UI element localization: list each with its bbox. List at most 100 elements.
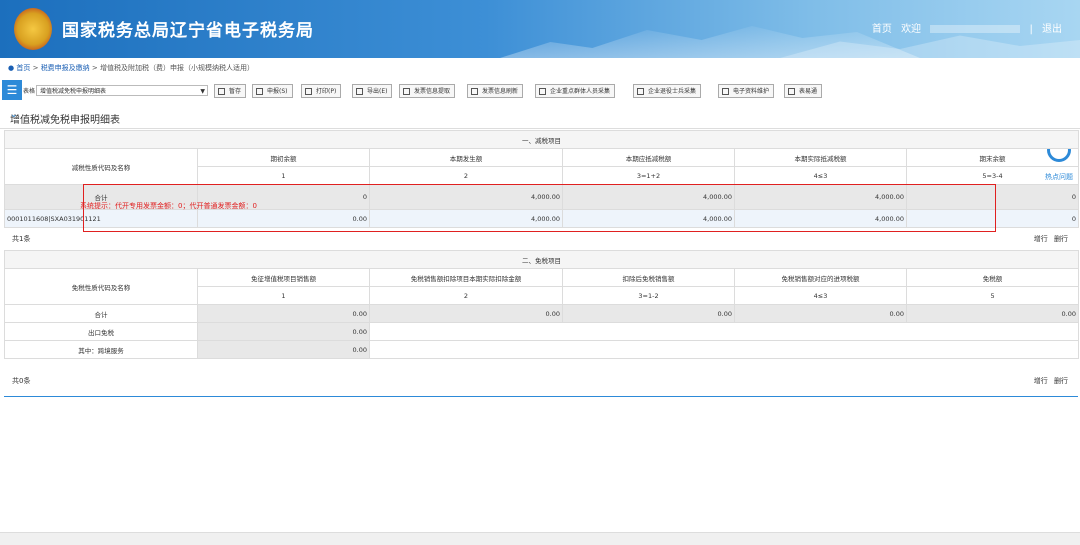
invoice-extract-button[interactable]: 发票信息提取 [399, 84, 456, 98]
veteran-collect-button[interactable]: 企业退役士兵采集 [633, 84, 702, 98]
key-group-collect-button[interactable]: 企业重点群体人员采集 [535, 84, 616, 98]
invoice-refresh-label: 发票信息刷新 [482, 88, 519, 95]
declare-label: 申报(S) [267, 88, 288, 95]
reduce-col-header: 本期应抵减税额 [562, 148, 735, 167]
form-select[interactable]: 增值税减免税申报明细表 ▼ [36, 85, 208, 96]
declare-icon [256, 88, 263, 95]
exempt-col-header: 免税销售额对应的进项税额 [734, 268, 907, 287]
exempt-total-cell: 0.00 [197, 304, 370, 323]
reduce-col-header: 本期实际抵减税额 [734, 148, 907, 167]
form-select-value: 增值税减免税申报明细表 [40, 88, 107, 95]
veteran-collect-label: 企业退役士兵采集 [648, 88, 697, 95]
biaoyitong-label: 表易通 [799, 88, 818, 95]
declare-button[interactable]: 申报(S) [252, 84, 293, 98]
breadcrumb-level2: 增值税及附加税（费）申报（小规模纳税人适用） [100, 64, 255, 72]
exempt-export-value: 0.00 [197, 322, 370, 341]
print-button[interactable]: 打印(P) [301, 84, 342, 98]
add-row-button[interactable]: 增行 [1034, 377, 1048, 385]
breadcrumb: ● 首页 > 税费申报及缴纳 > 增值税及附加税（费）申报（小规模纳税人适用） [8, 63, 254, 73]
menu-toggle-button[interactable]: ☰ [2, 80, 22, 100]
exempt-col-formula: 5 [905, 286, 1080, 305]
save-draft-label: 暂存 [229, 88, 242, 95]
chevron-down-icon[interactable]: ⌄ [10, 110, 1070, 120]
invoice-refresh-button[interactable]: 发票信息刷新 [467, 84, 524, 98]
reduce-row-ops: 增行 删行 [1034, 234, 1068, 244]
reduce-col-formula: 4≤3 [734, 166, 907, 185]
exempt-total-cell: 0.00 [369, 304, 563, 323]
section-header: 增值税减免税申报明细表 ⌄ [0, 106, 1080, 129]
exempt-row-ops: 增行 删行 [1034, 376, 1068, 386]
invoice-extract-label: 发票信息提取 [414, 88, 451, 95]
exempt-export-label: 出口免税 [4, 322, 198, 341]
site-header: 国家税务总局辽宁省电子税务局 首页 欢迎 | 退出 [0, 0, 1080, 58]
save-draft-button[interactable]: 暂存 [214, 84, 247, 98]
breadcrumb-sep: > [91, 64, 98, 72]
reduce-col-header: 期初余额 [197, 148, 370, 167]
exempt-col-header: 扣除后免税销售额 [562, 268, 735, 287]
exempt-total-cell: 0.00 [905, 304, 1080, 323]
exempt-col-header: 免征增值税项目销售额 [197, 268, 370, 287]
top-nav: 首页 欢迎 | 退出 [866, 20, 1062, 35]
reduce-col-formula: 2 [369, 166, 563, 185]
location-pin-icon: ● [8, 64, 15, 72]
exempt-empty-cell [368, 340, 1080, 359]
exempt-label-header: 免税性质代码及名称 [4, 268, 198, 305]
exempt-col-formula: 4≤3 [734, 286, 907, 305]
add-row-button[interactable]: 增行 [1034, 235, 1048, 243]
export-button[interactable]: 导出(E) [352, 84, 393, 98]
site-title: 国家税务总局辽宁省电子税务局 [62, 21, 314, 41]
tax-emblem-logo [14, 8, 52, 50]
biaoyitong-button[interactable]: 表易通 [784, 84, 823, 98]
print-icon [305, 88, 312, 95]
edit-icon [722, 88, 729, 95]
print-label: 打印(P) [316, 88, 337, 95]
horizontal-scrollbar[interactable] [0, 532, 1080, 545]
exempt-total-label: 合计 [4, 304, 198, 323]
e-document-button[interactable]: 电子资料维护 [718, 84, 775, 98]
nav-home-link[interactable]: 首页 [872, 24, 892, 35]
nav-welcome: 欢迎 [901, 24, 922, 35]
reduce-section-title: 一、减税项目 [3, 130, 1080, 149]
breadcrumb-sep: > [32, 64, 39, 72]
delete-row-button[interactable]: 删行 [1054, 235, 1068, 243]
system-hint: 系统提示：代开专用发票金额：0；代开普通发票金额：0 [80, 202, 257, 210]
exempt-col-formula: 3=1-2 [562, 286, 735, 305]
save-icon [218, 88, 225, 95]
reduce-col-header: 本期发生额 [369, 148, 563, 167]
exempt-col-header: 免税额 [905, 268, 1080, 287]
nav-separator: | [1029, 24, 1033, 35]
delete-row-button[interactable]: 删行 [1054, 377, 1068, 385]
exempt-table: 二、免税项目 免税性质代码及名称 免征增值税项目销售额 免税销售额扣除项目本期实… [3, 250, 1080, 359]
divider [4, 396, 1078, 397]
reduce-pager: 共1条 [12, 235, 31, 243]
exempt-col-formula: 1 [197, 286, 370, 305]
exempt-total-cell: 0.00 [734, 304, 907, 323]
reduce-col-formula: 3=1+2 [562, 166, 735, 185]
exempt-section-title: 二、免税项目 [3, 250, 1080, 269]
chevron-down-icon: ▼ [200, 88, 205, 95]
exempt-col-formula: 2 [369, 286, 563, 305]
export-label: 导出(E) [367, 88, 388, 95]
reduce-col-formula: 5=3-4 [905, 166, 1080, 185]
key-group-collect-label: 企业重点群体人员采集 [550, 88, 611, 95]
edit-icon [637, 88, 644, 95]
nav-logout-link[interactable]: 退出 [1042, 24, 1062, 35]
exempt-total-cell: 0.00 [562, 304, 735, 323]
exempt-empty-cell [368, 322, 1080, 341]
export-icon [356, 88, 363, 95]
exempt-col-header: 免税销售额扣除项目本期实际扣除金额 [369, 268, 563, 287]
reduce-label-header: 减税性质代码及名称 [4, 148, 198, 185]
nav-username [930, 25, 1021, 33]
reduce-col-header: 期末余额 [905, 148, 1080, 167]
edit-icon [539, 88, 546, 95]
search-icon [788, 88, 795, 95]
exempt-cross-label: 其中：跨境服务 [4, 340, 198, 359]
exempt-cross-value: 0.00 [197, 340, 370, 359]
e-document-label: 电子资料维护 [733, 88, 770, 95]
invoice-icon [403, 88, 410, 95]
exempt-pager: 共0条 [12, 377, 31, 385]
breadcrumb-level1[interactable]: 税费申报及缴纳 [41, 64, 90, 72]
refresh-icon [471, 88, 478, 95]
reduce-col-formula: 1 [197, 166, 370, 185]
breadcrumb-home[interactable]: 首页 [16, 64, 30, 72]
